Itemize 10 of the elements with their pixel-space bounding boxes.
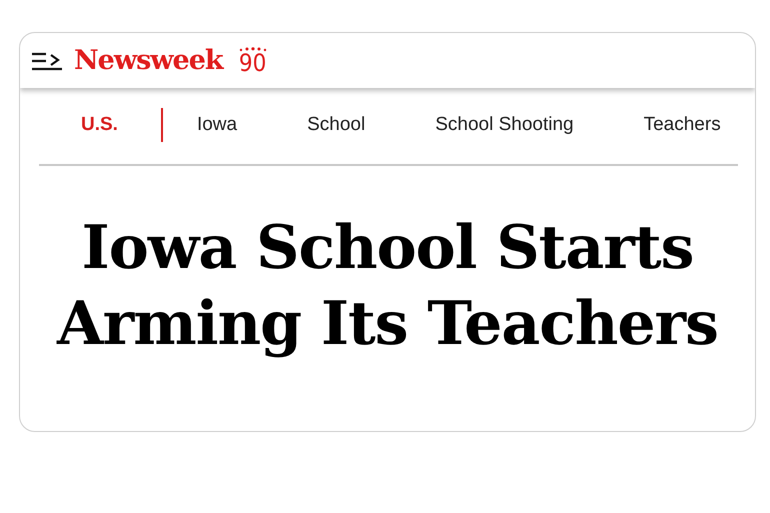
headline: Iowa School Starts Arming Its Teachers bbox=[56, 212, 719, 361]
anniversary-mark: 90 bbox=[238, 52, 266, 74]
stars-icon bbox=[238, 47, 267, 52]
menu-icon[interactable] bbox=[32, 50, 62, 70]
topic-tag[interactable]: School Shooting bbox=[435, 114, 574, 136]
topic-tag[interactable]: Teachers bbox=[644, 114, 721, 136]
topic-tag[interactable]: Iowa bbox=[196, 114, 238, 136]
topic-tag[interactable]: School bbox=[307, 114, 366, 136]
newsweek-logo[interactable]: Newsweek bbox=[74, 45, 223, 76]
topic-tag[interactable]: U.S. bbox=[81, 114, 118, 136]
